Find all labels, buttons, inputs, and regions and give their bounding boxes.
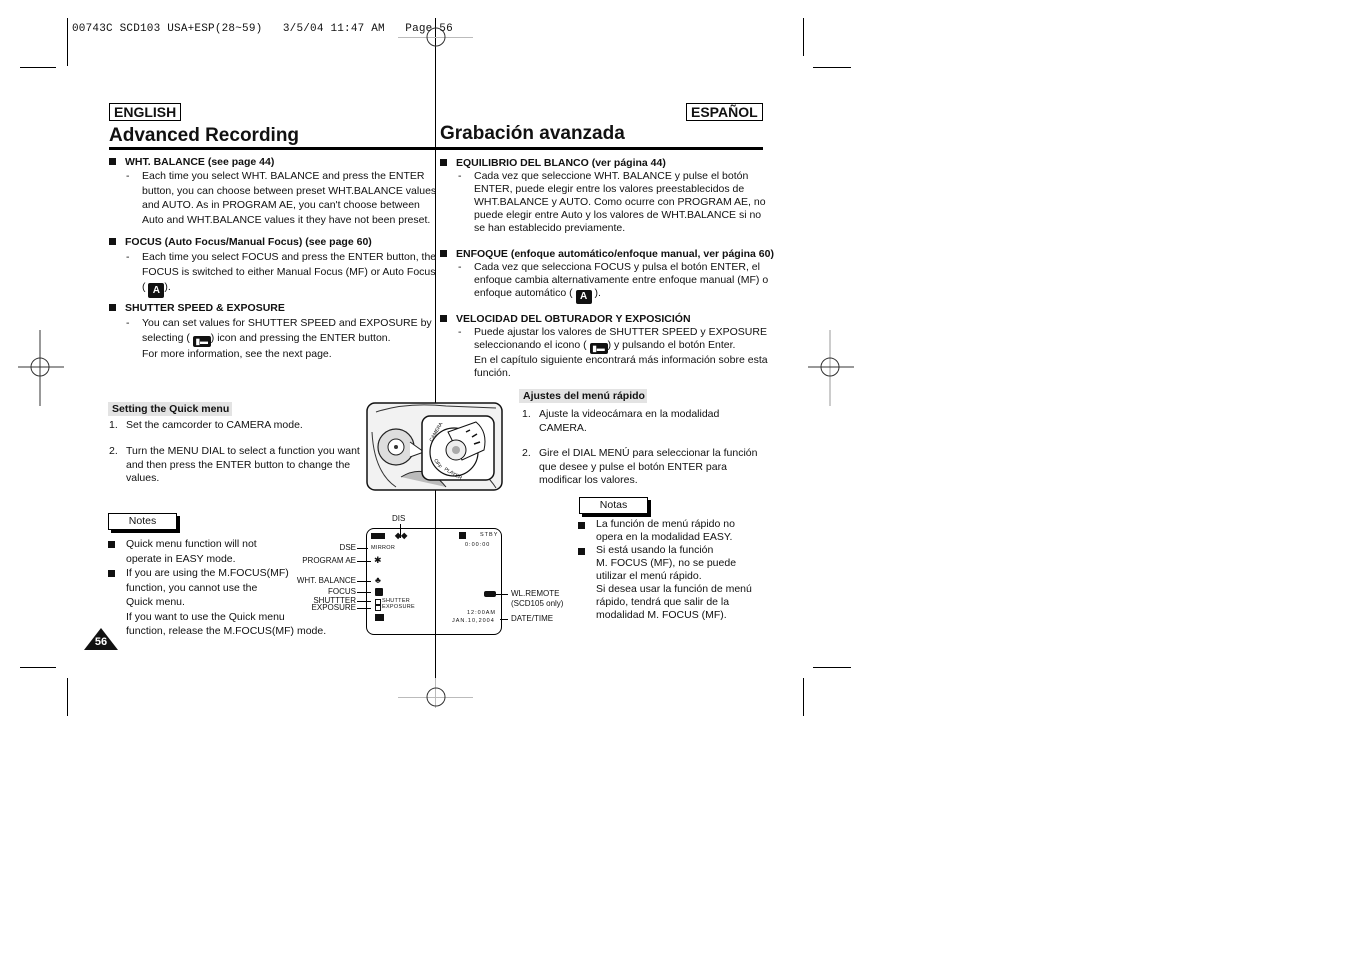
bullet-square-icon	[108, 541, 115, 548]
focus-icon	[375, 588, 383, 596]
bullet-square-icon	[578, 548, 585, 555]
battery-icon	[371, 533, 385, 539]
section-body-wht-balance: - Each time you select WHT. BALANCE and …	[126, 170, 437, 226]
auto-focus-icon: A	[575, 290, 592, 304]
crop-mark	[803, 18, 804, 56]
crop-mark	[67, 18, 68, 66]
registration-mark-icon	[426, 687, 446, 707]
callout-program-ae: PROGRAM AE	[302, 556, 356, 565]
lcd-exposure-label: EXPOSURE	[382, 604, 415, 610]
spanish-language-badge: ESPAÑOL	[686, 103, 763, 121]
wl-remote-icon	[484, 591, 496, 597]
callout-wl-remote: WL.REMOTE	[511, 589, 560, 598]
note-item: La función de menú rápido no opera en la…	[578, 518, 735, 544]
shutter-exposure-icon: ▮▬	[589, 343, 608, 354]
bullet-square-icon	[109, 304, 116, 311]
print-job-id: 00743C SCD103 USA+ESP(28~59)	[72, 23, 263, 35]
tape-icon	[459, 532, 466, 539]
lcd-dse-value: MIRROR	[371, 545, 396, 551]
page-number: 56	[94, 636, 108, 648]
lcd-time: 12:00AM	[467, 610, 497, 616]
registration-mark-icon	[18, 330, 64, 406]
english-page-title: Advanced Recording	[109, 125, 300, 146]
bullet-square-icon	[108, 570, 115, 577]
crop-mark	[803, 678, 804, 716]
crop-mark	[20, 667, 56, 668]
callout-wht-balance: WHT. BALANCE	[296, 576, 356, 585]
bullet-square-icon	[440, 159, 447, 166]
crop-mark	[813, 67, 851, 68]
bullet-square-icon	[440, 315, 447, 322]
quick-menu-heading: Ajustes del menú rápido	[519, 389, 647, 403]
crop-mark	[813, 667, 851, 668]
callout-dse: DSE	[339, 543, 356, 552]
bullet-square-icon	[440, 250, 447, 257]
wht-balance-icon: ♣	[375, 575, 381, 585]
auto-focus-icon: A	[148, 283, 165, 298]
crop-mark	[67, 678, 68, 716]
exposure-small-icon	[375, 605, 381, 611]
quick-menu-step-1: 1. Set the camcorder to CAMERA mode.	[109, 419, 303, 431]
section-body-shutter-exposure: - You can set values for SHUTTER SPEED a…	[126, 317, 432, 360]
quick-menu-step-2: 2. Turn the MENU DIAL to select a functi…	[109, 445, 360, 484]
camcorder-dial-icon: CAMERA OFF PLAYER	[366, 402, 503, 491]
page-number-badge: 56	[84, 628, 118, 650]
callout-scd105-only: (SCD105 only)	[511, 599, 564, 608]
section-body-velocidad: - Puede ajustar los valores de SHUTTER S…	[458, 326, 768, 379]
spanish-page-title: Grabación avanzada	[440, 123, 625, 144]
callout-date-time: DATE/TIME	[511, 614, 554, 623]
lcd-status: STBY	[480, 532, 499, 538]
quick-menu-heading: Setting the Quick menu	[108, 402, 232, 416]
section-heading-wht-balance: WHT. BALANCE (see page 44)	[109, 156, 274, 168]
lcd-date: JAN.10,2004	[452, 618, 495, 624]
menu-dial-illustration: CAMERA OFF PLAYER	[366, 402, 503, 491]
bullet-square-icon	[109, 238, 116, 245]
section-heading-equilibrio: EQUILIBRIO DEL BLANCO (ver página 44)	[440, 157, 666, 169]
section-heading-velocidad: VELOCIDAD DEL OBTURADOR Y EXPOSICIÓN	[440, 313, 691, 325]
section-body-equilibrio: - Cada vez que seleccione WHT. BALANCE y…	[458, 170, 766, 234]
bullet-square-icon	[578, 522, 585, 529]
title-rule	[109, 147, 436, 150]
section-heading-enfoque: ENFOQUE (enfoque automático/enfoque manu…	[440, 248, 774, 260]
bullet-square-icon	[109, 158, 116, 165]
print-job-header: 00743C SCD103 USA+ESP(28~59) 3/5/04 11:4…	[72, 23, 453, 35]
lcd-screen-diagram: DIS DSE PROGRAM AE WHT. BALANCE FOCUS SH…	[296, 512, 570, 637]
note-item: Si está usando la función M. FOCUS (MF),…	[578, 544, 752, 622]
registration-mark-icon	[808, 330, 854, 406]
quick-menu-icon	[375, 614, 384, 621]
print-timestamp: 3/5/04 11:47 AM	[282, 23, 385, 35]
crop-mark	[20, 67, 56, 68]
section-heading-shutter-exposure: SHUTTER SPEED & EXPOSURE	[109, 302, 285, 314]
section-body-focus: - Each time you select FOCUS and press t…	[126, 251, 437, 298]
callout-exposure: EXPOSURE	[311, 603, 356, 612]
note-item: Quick menu function will not operate in …	[108, 537, 257, 566]
notes-label: Notes	[108, 513, 177, 530]
quick-menu-step-1: 1. Ajuste la videocámara en la modalidad…	[522, 408, 720, 434]
shutter-exposure-icon: ▮▬	[192, 335, 211, 347]
notes-label: Notas	[579, 497, 648, 514]
print-page-label: Page 56	[405, 23, 453, 35]
title-rule	[435, 147, 763, 150]
section-heading-focus: FOCUS (Auto Focus/Manual Focus) (see pag…	[109, 236, 372, 248]
callout-focus: FOCUS	[328, 587, 356, 596]
dis-icon: ◆◆	[395, 531, 408, 540]
english-language-badge: ENGLISH	[109, 103, 182, 121]
quick-menu-step-2: 2. Gire el DIAL MENÚ para seleccionar la…	[522, 447, 758, 486]
program-ae-icon: ✱	[374, 555, 382, 565]
lcd-counter: 0:00:00	[465, 542, 491, 548]
callout-dis: DIS	[392, 514, 406, 523]
section-body-enfoque: - Cada vez que selecciona FOCUS y pulsa …	[458, 261, 769, 304]
